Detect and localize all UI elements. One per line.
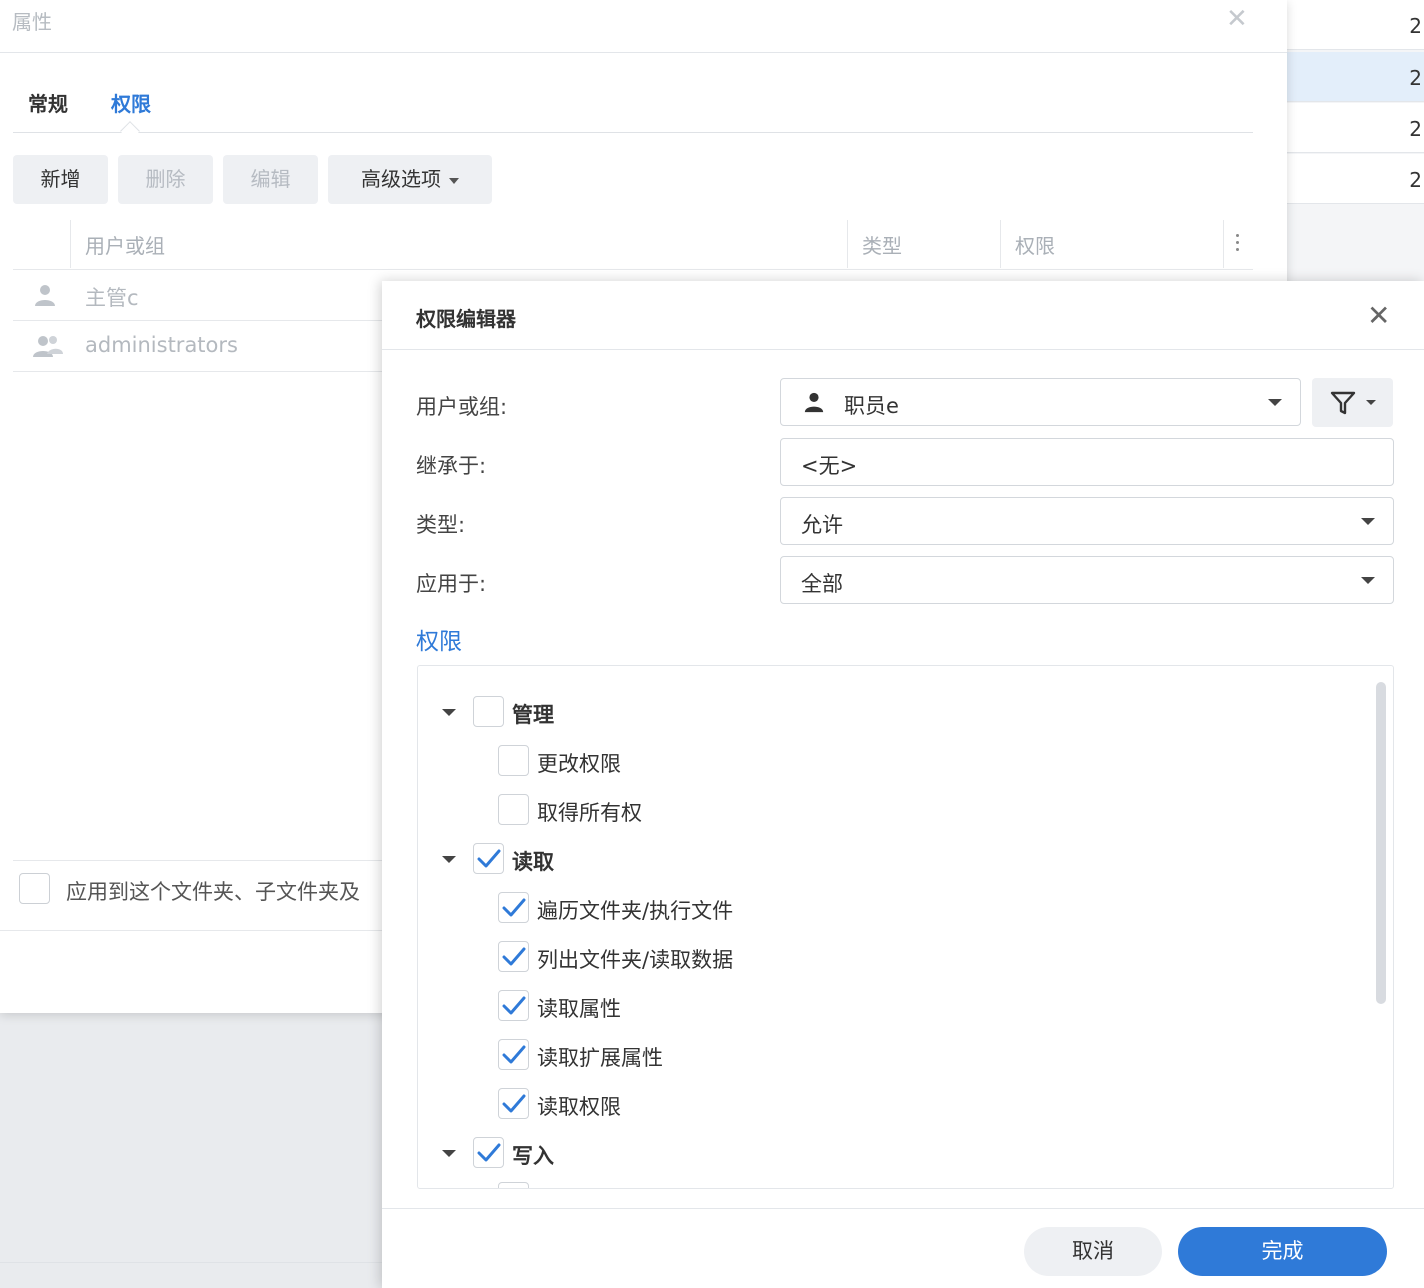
edit-button[interactable]: 编辑	[223, 155, 318, 204]
inherit-from-value: <无>	[801, 454, 858, 478]
check-icon	[502, 898, 526, 917]
column-header-user[interactable]: 用户或组	[85, 230, 165, 259]
type-select[interactable]: 允许	[780, 497, 1394, 545]
apply-to-subfolders-checkbox[interactable]	[19, 873, 50, 904]
group-icon	[33, 334, 63, 362]
tree-node-read-extended-attributes[interactable]: 读取扩展属性	[498, 1039, 898, 1073]
check-icon	[502, 996, 526, 1015]
table-row[interactable]: administrators	[13, 321, 393, 372]
type-label: 类型:	[416, 513, 466, 537]
user-or-group-value: 职员e	[844, 394, 899, 418]
checkbox-read-attributes[interactable]	[498, 990, 529, 1021]
delete-button[interactable]: 删除	[118, 155, 213, 204]
tree-node-read-attributes[interactable]: 读取属性	[498, 990, 898, 1024]
caret-down-icon	[1366, 400, 1376, 405]
column-divider	[1000, 220, 1001, 268]
chevron-down-icon	[1361, 518, 1375, 525]
dialog-title: 权限编辑器	[416, 307, 516, 331]
check-icon	[502, 947, 526, 966]
tree-node-write[interactable]: 写入	[442, 1137, 742, 1171]
tab-active-indicator	[120, 121, 140, 141]
table-header	[13, 218, 1253, 270]
column-divider	[70, 220, 71, 268]
tree-node-change-permissions[interactable]: 更改权限	[498, 745, 798, 779]
type-value: 允许	[801, 513, 843, 537]
checkbox-traverse-folder[interactable]	[498, 892, 529, 923]
advanced-options-button[interactable]: 高级选项	[328, 155, 492, 204]
inherit-from-field: <无>	[780, 438, 1394, 486]
check-icon	[477, 1143, 501, 1162]
divider	[382, 349, 1424, 350]
caret-down-icon	[449, 177, 459, 184]
tab-general[interactable]: 常规	[28, 88, 68, 117]
table-row[interactable]: 主管c	[13, 270, 393, 321]
column-header-permission[interactable]: 权限	[1015, 230, 1055, 259]
check-icon	[502, 1094, 526, 1113]
column-divider	[847, 220, 848, 268]
permission-section-heading: 权限	[416, 629, 462, 655]
user-or-group-label: 用户或组:	[416, 395, 508, 419]
divider	[0, 930, 390, 931]
window-title: 属性	[12, 10, 52, 34]
divider	[13, 860, 393, 861]
divider	[382, 1208, 1424, 1209]
checkbox-change-permissions[interactable]	[498, 745, 529, 776]
chevron-down-icon	[1361, 577, 1375, 584]
tree-node-take-ownership[interactable]: 取得所有权	[498, 794, 798, 828]
checkbox-manage[interactable]	[473, 696, 504, 727]
column-divider	[1223, 220, 1224, 268]
scrollbar[interactable]	[1376, 682, 1386, 1004]
chevron-down-icon	[1268, 399, 1282, 406]
checkbox-write[interactable]	[473, 1137, 504, 1168]
tab-underline	[13, 132, 1253, 133]
divider	[0, 1262, 390, 1263]
checkbox-read-extended-attributes[interactable]	[498, 1039, 529, 1070]
expand-arrow-icon[interactable]	[442, 709, 456, 716]
column-header-type[interactable]: 类型	[862, 230, 902, 259]
inherit-from-label: 继承于:	[416, 454, 487, 478]
checkbox-read-permissions[interactable]	[498, 1088, 529, 1119]
row-group-name: administrators	[85, 333, 238, 357]
list-item[interactable]: 2	[1286, 52, 1424, 102]
list-item[interactable]: 2	[1286, 0, 1424, 50]
permission-tree: 管理 更改权限 取得所有权 读取 遍历文件夹/执行文件 列出文件夹/读取数据 读…	[417, 665, 1394, 1189]
tree-node-traverse-folder[interactable]: 遍历文件夹/执行文件	[498, 892, 898, 926]
apply-to-value: 全部	[801, 572, 843, 596]
filter-icon	[1330, 390, 1356, 420]
checkbox-list-folder[interactable]	[498, 941, 529, 972]
cancel-button[interactable]: 取消	[1024, 1227, 1162, 1276]
check-icon	[477, 849, 501, 868]
checkbox-take-ownership[interactable]	[498, 794, 529, 825]
apply-to-label: 应用于:	[416, 572, 487, 596]
done-button[interactable]: 完成	[1178, 1227, 1387, 1276]
apply-to-select[interactable]: 全部	[780, 556, 1394, 604]
checkbox-write-child[interactable]	[498, 1182, 529, 1188]
list-item[interactable]: 2	[1286, 154, 1424, 204]
tree-node-read[interactable]: 读取	[442, 843, 742, 877]
user-icon	[33, 283, 57, 311]
close-icon[interactable]: ✕	[1367, 299, 1390, 332]
expand-arrow-icon[interactable]	[442, 856, 456, 863]
close-icon[interactable]: ✕	[1226, 4, 1248, 34]
list-item[interactable]: 2	[1286, 103, 1424, 153]
permission-editor-dialog: 权限编辑器 ✕ 用户或组: 职员e 继承于: <无> 类型: 允许 应用于: 全…	[382, 281, 1424, 1288]
tree-node-list-folder[interactable]: 列出文件夹/读取数据	[498, 941, 898, 975]
tree-node-manage[interactable]: 管理	[442, 696, 742, 730]
add-button[interactable]: 新增	[13, 155, 108, 204]
apply-to-subfolders-label: 应用到这个文件夹、子文件夹及	[66, 880, 360, 904]
check-icon	[502, 1045, 526, 1064]
expand-arrow-icon[interactable]	[442, 1150, 456, 1157]
filter-button[interactable]	[1312, 378, 1393, 427]
divider	[0, 52, 1287, 53]
user-icon	[803, 391, 825, 417]
checkbox-read[interactable]	[473, 843, 504, 874]
tab-permissions[interactable]: 权限	[111, 88, 151, 117]
more-vertical-icon[interactable]	[1236, 234, 1240, 255]
row-user-name: 主管c	[85, 286, 139, 310]
user-or-group-select[interactable]: 职员e	[780, 378, 1301, 426]
tree-node-read-permissions[interactable]: 读取权限	[498, 1088, 898, 1122]
